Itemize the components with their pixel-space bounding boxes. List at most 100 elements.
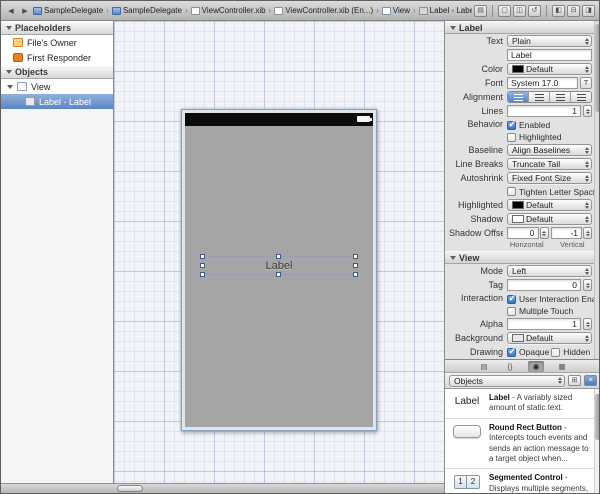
resize-handle[interactable] — [353, 272, 358, 277]
selected-label-frame[interactable]: Label — [203, 257, 355, 274]
library-item-label[interactable]: Label Label - A variably sized amount of… — [445, 389, 600, 419]
forward-button[interactable]: ▶ — [19, 7, 31, 15]
related-items-button[interactable]: ▤ — [474, 5, 487, 17]
library-item-desc: Displays multiple segments, each of whic… — [489, 484, 590, 493]
inspector-scrollbar[interactable] — [594, 21, 600, 359]
autoshrink-popup[interactable]: Fixed Font Size — [507, 172, 592, 184]
alpha-field[interactable]: 1 — [507, 318, 581, 330]
editor-version-button[interactable]: ↺ — [528, 5, 541, 17]
objects-library-tab[interactable]: ◉ — [528, 361, 544, 372]
tighten-letter-spacing-checkbox[interactable] — [507, 187, 516, 196]
align-justify-segment[interactable] — [571, 92, 591, 102]
breadcrumb-label: Label - Label — [430, 6, 472, 15]
text-label: Text — [449, 36, 503, 46]
library-item-title: Round Rect Button — [489, 423, 562, 432]
resize-handle[interactable] — [200, 254, 205, 259]
view-section-header[interactable]: View — [445, 251, 600, 264]
resize-handle[interactable] — [200, 263, 205, 268]
library-item-segmented-control[interactable]: 1 2 Segmented Control - Displays multipl… — [445, 469, 600, 493]
resize-handle[interactable] — [276, 272, 281, 277]
breadcrumb-label-item[interactable]: Label - Label — [419, 6, 472, 15]
breadcrumb-project[interactable]: SampleDelegate — [33, 6, 103, 15]
library-objects-popup[interactable]: Objects — [449, 375, 565, 387]
zoom-control[interactable] — [117, 485, 143, 492]
file-templates-library-tab[interactable]: ▤ — [476, 361, 492, 372]
utilities-toggle-button[interactable]: ◨ — [582, 5, 595, 17]
view-icon — [382, 7, 391, 15]
shadow-offset-horizontal-group: 0 — [507, 227, 549, 239]
view-tree-item[interactable]: View — [1, 79, 113, 94]
placeholders-header[interactable]: Placeholders — [1, 21, 113, 35]
highlighted-color-popup[interactable]: Default — [507, 199, 592, 211]
alpha-stepper[interactable] — [583, 318, 592, 330]
files-owner-item[interactable]: File's Owner — [1, 35, 113, 50]
breadcrumb-label: SampleDelegate — [123, 6, 182, 15]
shadow-offset-vertical-stepper[interactable] — [583, 227, 592, 239]
shadow-offset-vertical-field[interactable]: -1 — [551, 227, 583, 239]
library-item-round-rect-button[interactable]: Round Rect Button - Intercepts touch eve… — [445, 419, 600, 470]
horizontal-label: Horizontal — [507, 240, 547, 249]
highlighted-color-value: Default — [526, 200, 583, 210]
objects-header[interactable]: Objects — [1, 65, 113, 79]
grid-view-button[interactable]: ⊞ — [568, 375, 581, 386]
shadow-offset-horizontal-stepper[interactable] — [540, 227, 549, 239]
font-picker-button[interactable]: T — [580, 77, 592, 89]
list-view-button[interactable]: ≡ — [584, 375, 597, 386]
shadow-color-popup[interactable]: Default — [507, 213, 592, 225]
editor-standard-button[interactable]: ▢ — [498, 5, 511, 17]
editor-assistant-button[interactable]: ◫ — [513, 5, 526, 17]
tag-field[interactable]: 0 — [507, 279, 581, 291]
breadcrumb-label: SampleDelegate — [44, 6, 103, 15]
canvas[interactable]: Label — [114, 21, 444, 483]
highlighted-checkbox[interactable] — [507, 133, 516, 142]
hidden-row: Hidden — [551, 347, 590, 357]
breadcrumb-view[interactable]: View — [382, 6, 410, 15]
lines-label: Lines — [449, 106, 503, 116]
view-body[interactable]: Label — [185, 126, 373, 427]
resize-handle[interactable] — [353, 263, 358, 268]
background-popup[interactable]: Default — [507, 332, 592, 344]
text-style-popup[interactable]: Plain — [507, 35, 592, 47]
multiple-touch-checkbox[interactable] — [507, 307, 516, 316]
navigator-toggle-button[interactable]: ◧ — [552, 5, 565, 17]
tag-stepper[interactable] — [583, 279, 592, 291]
scrollbar-thumb[interactable] — [595, 24, 600, 112]
disclosure-triangle-icon[interactable] — [7, 85, 13, 89]
breadcrumb-file[interactable]: ViewController.xib — [191, 6, 266, 15]
lines-field[interactable]: 1 — [507, 105, 581, 117]
resize-handle[interactable] — [200, 272, 205, 277]
first-responder-item[interactable]: First Responder — [1, 50, 113, 65]
color-popup[interactable]: Default — [507, 63, 592, 75]
lines-stepper[interactable] — [583, 105, 592, 117]
align-center-segment[interactable] — [529, 92, 550, 102]
label-section-header[interactable]: Label — [445, 21, 600, 34]
library-scrollbar[interactable] — [594, 389, 600, 493]
back-button[interactable]: ◀ — [5, 7, 17, 15]
mode-popup[interactable]: Left — [507, 265, 592, 277]
line-breaks-popup[interactable]: Truncate Tail — [507, 158, 592, 170]
hidden-checkbox[interactable] — [551, 348, 560, 357]
first-responder-icon — [13, 53, 23, 62]
button-shape-icon — [453, 425, 481, 438]
baseline-popup[interactable]: Align Baselines — [507, 144, 592, 156]
enabled-checkbox[interactable] — [507, 121, 516, 130]
debug-area-toggle-button[interactable]: ⊟ — [567, 5, 580, 17]
resize-handle[interactable] — [276, 254, 281, 259]
shadow-offset-horizontal-field[interactable]: 0 — [507, 227, 539, 239]
code-snippets-library-tab[interactable]: {} — [502, 361, 518, 372]
resize-handle[interactable] — [353, 254, 358, 259]
align-right-segment[interactable] — [550, 92, 571, 102]
font-field[interactable]: System 17.0 — [507, 77, 578, 89]
device-view[interactable]: Label — [181, 109, 377, 431]
scrollbar-thumb[interactable] — [595, 394, 600, 440]
attributes-inspector: Label Text Plain Label — [445, 21, 600, 359]
breadcrumb-label: View — [393, 6, 410, 15]
breadcrumb-localization[interactable]: ViewController.xib (En...) — [274, 6, 373, 15]
align-left-segment[interactable] — [508, 92, 529, 102]
opaque-checkbox[interactable] — [507, 348, 516, 357]
user-interaction-checkbox[interactable] — [507, 295, 516, 304]
media-library-tab[interactable]: ▦ — [554, 361, 570, 372]
breadcrumb-group[interactable]: SampleDelegate — [112, 6, 182, 15]
label-tree-item[interactable]: Label - Label — [1, 94, 113, 109]
label-text-field[interactable]: Label — [507, 49, 592, 61]
